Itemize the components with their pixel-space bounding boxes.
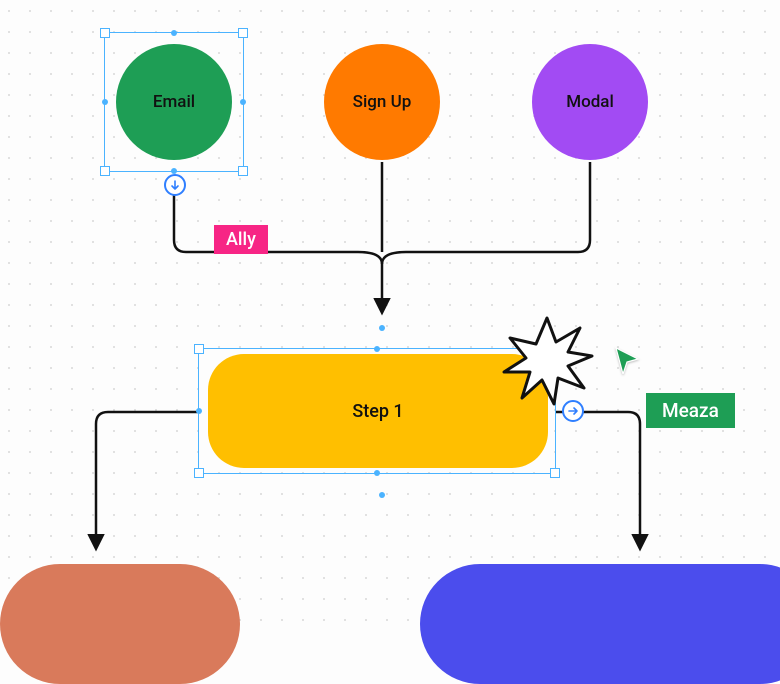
- user-name: Meaza: [662, 399, 719, 422]
- node-step1[interactable]: Step 1: [208, 354, 548, 468]
- remote-user-label-ally: Ally: [214, 225, 268, 254]
- node-modal[interactable]: Modal: [532, 44, 648, 160]
- node-label: Step 1: [352, 401, 403, 422]
- shape-blob-left[interactable]: [0, 564, 240, 684]
- user-name: Ally: [226, 229, 256, 250]
- remote-cursor-meaza: [614, 346, 640, 374]
- figjam-canvas[interactable]: Email Sign Up Modal Step 1: [0, 0, 780, 624]
- node-email[interactable]: Email: [116, 44, 232, 160]
- remote-user-label-meaza: Meaza: [646, 393, 735, 428]
- shape-blob-right[interactable]: [420, 564, 780, 684]
- node-label: Email: [153, 92, 195, 112]
- node-signup[interactable]: Sign Up: [324, 44, 440, 160]
- selection-midpoint: [379, 492, 385, 498]
- selection-midpoint: [379, 325, 385, 331]
- burst-decoration: [498, 312, 596, 410]
- node-label: Modal: [566, 92, 614, 112]
- add-connector-icon[interactable]: [164, 174, 186, 196]
- node-label: Sign Up: [353, 92, 412, 112]
